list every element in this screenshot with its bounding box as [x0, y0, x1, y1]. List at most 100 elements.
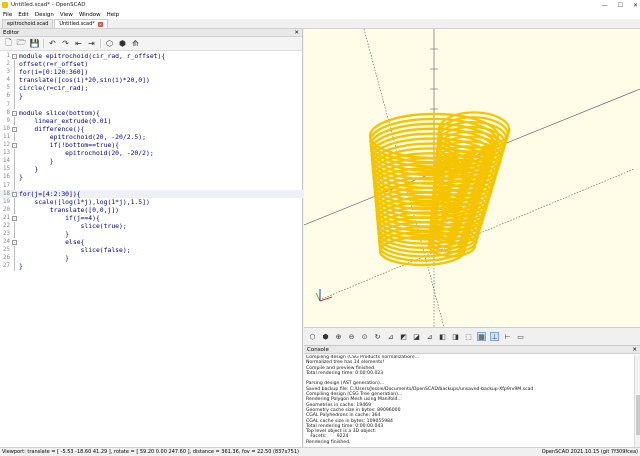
menu-bar: File Edit Design View Window Help — [0, 10, 640, 19]
openscad-logo-icon — [2, 2, 8, 8]
menu-window[interactable]: Window — [79, 12, 101, 18]
code-line[interactable]: 9 linear_extrude(0.01) — [0, 116, 303, 125]
view-all-icon[interactable]: ⊙ — [360, 332, 369, 341]
view-front-icon[interactable]: ◧ — [438, 332, 447, 341]
show-axes-icon[interactable]: ⊥ — [490, 332, 499, 341]
preview-button-icon[interactable]: ⬡ — [308, 332, 317, 341]
console-title: Console — [307, 346, 329, 353]
view-back-icon[interactable]: ◨ — [451, 332, 460, 341]
version-label: OpenSCAD 2021.10.15 (git 7f309fcea) — [541, 449, 638, 455]
show-edges-icon[interactable]: ▭ — [516, 332, 525, 341]
zoom-in-icon[interactable]: ⊕ — [334, 332, 343, 341]
code-line[interactable]: 25 slice(false); — [0, 246, 303, 255]
code-line[interactable]: 5 circle(r=cir_rad); — [0, 84, 303, 93]
3d-viewport[interactable] — [304, 29, 640, 327]
code-line[interactable]: 19 scale([log(1*j),log(1*j),1.5]) — [0, 197, 303, 206]
code-line[interactable]: 14 } — [0, 157, 303, 166]
console-header: Console ✕ — [304, 346, 640, 354]
undo-icon[interactable]: ↶ — [48, 39, 57, 48]
viewport-canvas[interactable] — [304, 29, 640, 327]
fold-guide — [14, 197, 15, 206]
fold-toggle-icon[interactable]: - — [12, 110, 17, 116]
view-top-icon[interactable]: ◩ — [399, 332, 408, 341]
fold-toggle-icon[interactable]: - — [12, 143, 17, 149]
perspective-icon[interactable]: ⬚ — [464, 332, 473, 341]
indent-icon[interactable]: ⇥ — [87, 39, 96, 48]
code-line[interactable]: 21- if(j==4){ — [0, 214, 303, 222]
code-line[interactable]: 18- for(j=[4:2:30]){ — [0, 189, 303, 198]
tab-epitrochoid[interactable]: epitrochoid.scad — [2, 19, 54, 28]
preview-icon[interactable]: ⬡ — [105, 39, 114, 48]
editor-panel: Editor ✕ 🗋 🗁 💾 ↶ ↷ ⇤ ⇥ ⬡ ⬢ ⟰ 1- module ep… — [0, 29, 303, 447]
code-line[interactable]: 16} — [0, 173, 303, 182]
code-text: module epitrochoid(cir_rad, r_offset){ — [19, 52, 166, 60]
new-file-icon[interactable]: 🗋 — [4, 38, 13, 48]
fold-guide — [14, 205, 15, 214]
code-text: } — [19, 173, 23, 182]
code-line[interactable]: 15 } — [0, 165, 303, 174]
line-number: 22 — [3, 222, 10, 229]
export-stl-icon[interactable]: ⟰ — [131, 39, 140, 48]
menu-design[interactable]: Design — [35, 12, 54, 18]
console-scrollbar[interactable] — [634, 355, 640, 447]
close-console-icon[interactable]: ✕ — [632, 347, 637, 353]
editor-title: Editor — [3, 29, 20, 36]
reset-view-icon[interactable]: ↻ — [373, 332, 382, 341]
menu-edit[interactable]: Edit — [18, 12, 29, 18]
code-line[interactable]: 11 epitrochoid(20, -20/2.5); — [0, 132, 303, 142]
code-line[interactable]: 7 — [0, 100, 303, 109]
close-editor-icon[interactable]: ✕ — [294, 30, 299, 36]
fold-guide — [14, 165, 15, 174]
fold-toggle-icon[interactable]: - — [12, 54, 17, 59]
code-text: module slice(bottom){ — [19, 108, 100, 117]
code-line[interactable]: 22 slice(true); — [0, 221, 303, 231]
code-line[interactable]: 13 epitrochoid(20, -20/2); — [0, 149, 303, 158]
view-left-icon[interactable]: ⊿ — [425, 332, 434, 341]
code-line[interactable]: 4 translate([cos(i)*20,sin(i)*20,0]) — [0, 76, 303, 85]
fold-toggle-icon[interactable]: - — [12, 126, 17, 132]
close-window-button[interactable]: ✕ — [633, 2, 638, 9]
code-line[interactable]: 10- difference(){ — [0, 125, 303, 133]
maximize-button[interactable]: ☐ — [618, 2, 623, 9]
code-line[interactable]: 3 for(i=[0:120:360]) — [0, 68, 303, 77]
code-line[interactable]: 27} — [0, 262, 303, 271]
render-icon[interactable]: ⬢ — [118, 39, 127, 48]
editor-toolbar: 🗋 🗁 💾 ↶ ↷ ⇤ ⇥ ⬡ ⬢ ⟰ — [0, 37, 302, 51]
scrollbar-thumb[interactable] — [636, 395, 640, 435]
show-scale-icon[interactable]: ⊢ — [503, 332, 512, 341]
save-icon[interactable]: 💾 — [30, 39, 40, 48]
code-line[interactable]: 1- module epitrochoid(cir_rad, r_offset){ — [0, 52, 303, 60]
code-line[interactable]: 17 — [0, 181, 303, 190]
code-line[interactable]: 12- if(!bottom==true){ — [0, 141, 303, 149]
orthogonal-icon[interactable]: ▦ — [477, 332, 486, 341]
redo-icon[interactable]: ↷ — [61, 39, 70, 48]
code-line[interactable]: 6} — [0, 92, 303, 101]
code-line[interactable]: 24- else{ — [0, 238, 303, 246]
code-editor[interactable]: 1- module epitrochoid(cir_rad, r_offset){… — [0, 52, 303, 447]
console-output: Compiling design (CSG Products normaliza… — [306, 355, 632, 447]
code-line[interactable]: 26 } — [0, 254, 303, 263]
render-button-icon[interactable]: ⬢ — [321, 332, 330, 341]
code-text: for(j=[4:2:30]){ — [19, 189, 81, 198]
line-number: 11 — [3, 133, 10, 140]
code-line[interactable]: 20 translate([0,0,j]) — [0, 205, 303, 214]
view-right-icon[interactable]: ⊿ — [386, 332, 395, 341]
zoom-out-icon[interactable]: ⊖ — [347, 332, 356, 341]
fold-guide — [14, 149, 15, 158]
menu-view[interactable]: View — [60, 12, 73, 18]
menu-help[interactable]: Help — [107, 12, 120, 18]
tab-untitled[interactable]: Untitled.scad* ✕ — [54, 19, 108, 28]
menu-file[interactable]: File — [3, 12, 12, 18]
close-tab-icon[interactable]: ✕ — [97, 21, 103, 27]
code-line[interactable]: 23 } — [0, 230, 303, 239]
code-line[interactable]: 8- module slice(bottom){ — [0, 109, 303, 117]
fold-toggle-icon[interactable]: - — [12, 240, 17, 246]
code-line[interactable]: 2 offset(r=r_offset) — [0, 60, 303, 69]
line-number: 8 — [6, 109, 11, 116]
minimize-button[interactable]: — — [602, 2, 608, 9]
fold-toggle-icon[interactable]: - — [12, 191, 17, 197]
fold-toggle-icon[interactable]: - — [12, 215, 17, 221]
view-bottom-icon[interactable]: ◪ — [412, 332, 421, 341]
open-file-icon[interactable]: 🗁 — [17, 38, 27, 48]
unindent-icon[interactable]: ⇤ — [74, 39, 83, 48]
